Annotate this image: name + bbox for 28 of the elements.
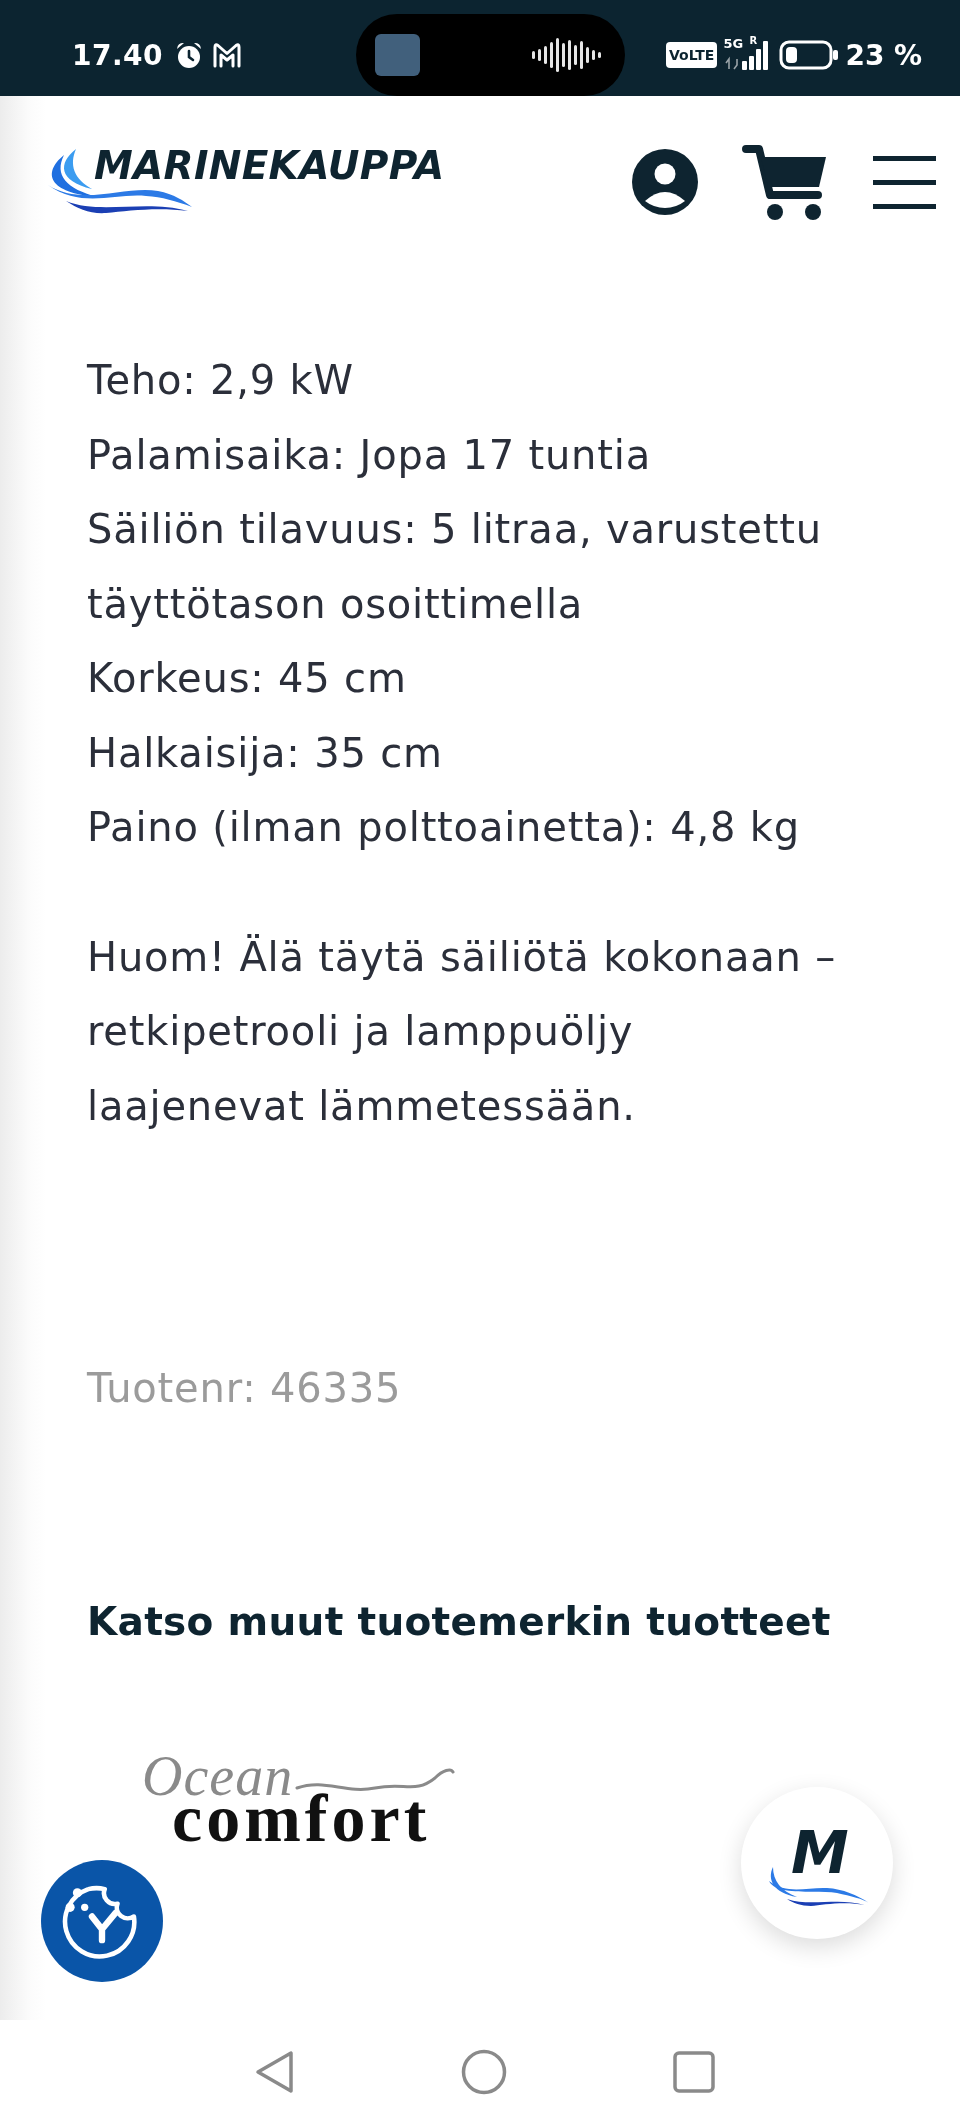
recent-apps-icon[interactable] xyxy=(673,2050,715,2093)
spec-line: Säiliön tilavuus: 5 litraa, varustettu täyttötason osoittimella xyxy=(87,505,823,629)
spec-line: Halkaisija: 35 cm xyxy=(87,728,444,778)
alarm-clock-icon xyxy=(175,41,204,69)
menu-icon[interactable] xyxy=(873,155,936,209)
back-icon[interactable] xyxy=(255,2049,295,2094)
clock-time: 17.40 xyxy=(72,38,164,72)
swoosh-line-icon xyxy=(294,1765,456,1792)
network-type-label: 5G xyxy=(723,37,744,51)
brand-logo-link[interactable]: Ocean comfort xyxy=(142,1751,462,1848)
m-letter-icon xyxy=(211,41,244,69)
battery-percentage: 23 % xyxy=(845,38,923,72)
brand-heading: Katso muut tuotemerkin tuotteet xyxy=(87,1597,832,1646)
cart-icon[interactable] xyxy=(742,143,829,221)
volte-badge: VoLTE xyxy=(666,42,718,68)
spec-line: Korkeus: 45 cm xyxy=(87,654,408,703)
photo-placeholder xyxy=(375,34,420,76)
note-paragraph: Huom! Älä täytä säiliötä kokonaan – retkipetrooli ja lamppuöljy laajenevat lämmetessään. xyxy=(87,932,838,1131)
spec-line: Palamisaika: Jopa 17 tuntia xyxy=(87,430,652,480)
spec-line: Paino (ilman polttoainetta): 4,8 kg xyxy=(87,803,801,852)
account-icon[interactable] xyxy=(632,149,698,215)
spec-line: Teho: 2,9 kW xyxy=(87,356,355,405)
logo-link[interactable]: MARINEKAUPPA xyxy=(42,149,445,215)
product-number: Tuotenr: 46335 xyxy=(87,1364,403,1413)
roaming-label: R xyxy=(749,35,758,46)
waveform-icon xyxy=(531,37,601,73)
battery-icon xyxy=(779,39,840,71)
home-icon[interactable] xyxy=(461,2048,507,2095)
